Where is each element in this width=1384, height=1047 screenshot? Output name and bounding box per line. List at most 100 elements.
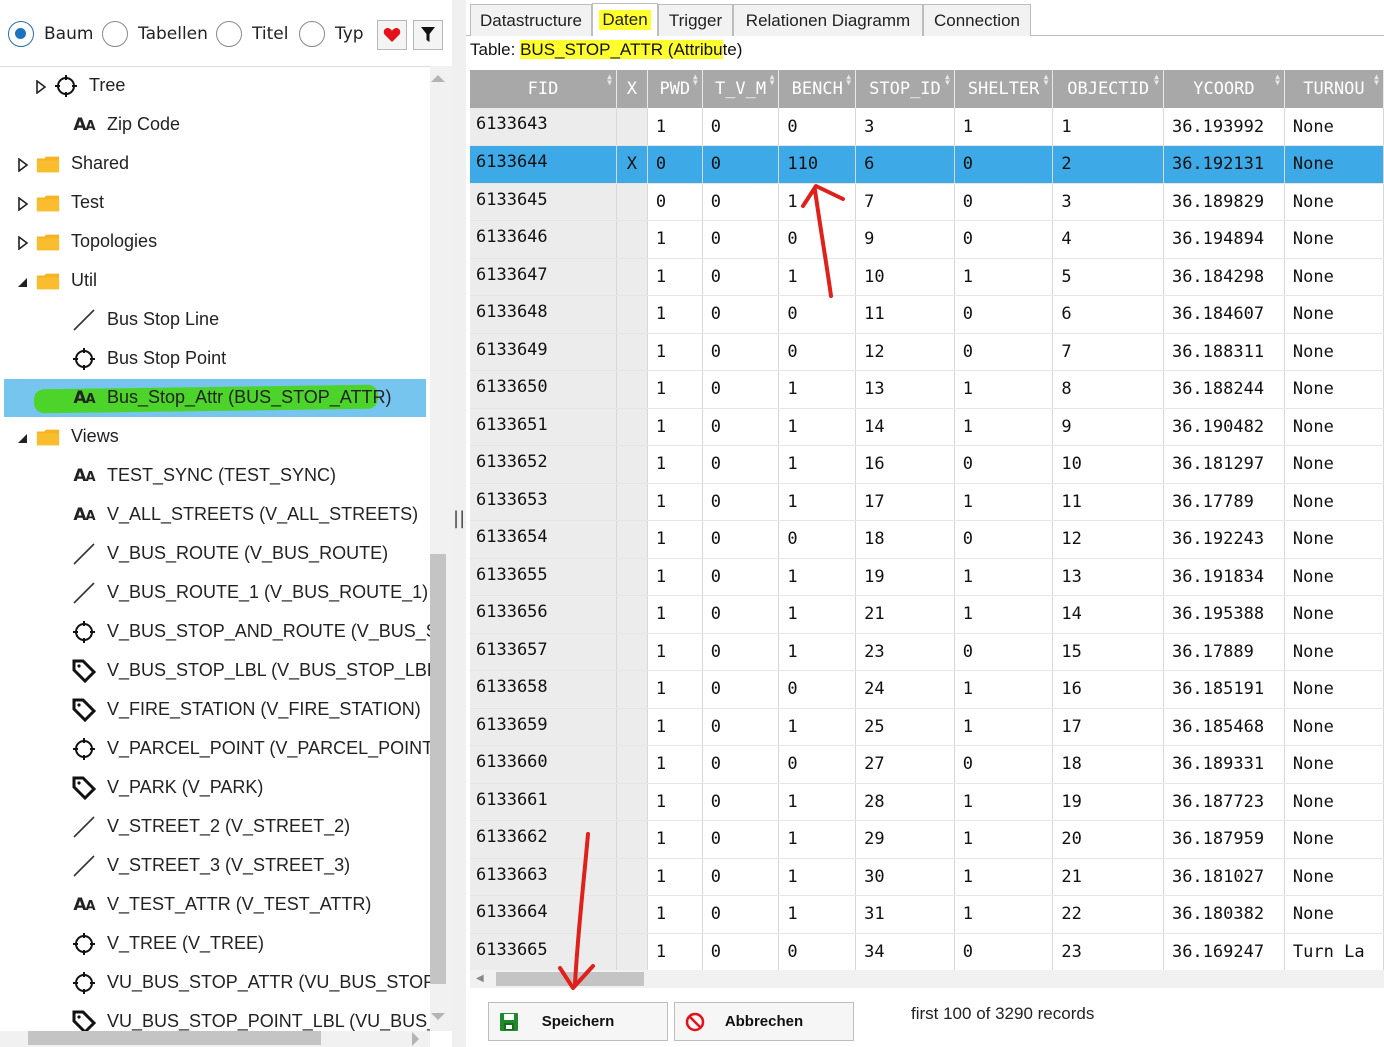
cell-shelter[interactable]: 0 [954, 333, 1054, 371]
cell-objectid[interactable]: 22 [1052, 895, 1164, 934]
grid-horizontal-scrollbar[interactable]: ◀ [470, 970, 1384, 988]
cell-turnou[interactable]: None [1284, 670, 1384, 709]
table-row[interactable]: 6133662 1 0 1 29 1 20 36.187959 None [470, 820, 1384, 859]
table-row[interactable]: 6133665 1 0 0 34 0 23 36.169247 Turn La [470, 933, 1384, 970]
cell-pwd[interactable]: 1 [647, 783, 703, 821]
cell-bench[interactable]: 0 [778, 220, 857, 259]
cell-shelter[interactable]: 1 [954, 408, 1054, 446]
cell-x[interactable] [616, 783, 648, 821]
cell-pwd[interactable]: 1 [647, 483, 703, 521]
tree-item[interactable]: AA Zip Code [0, 106, 430, 144]
filter-button[interactable] [413, 20, 443, 50]
cell-bench[interactable]: 0 [778, 745, 857, 784]
cell-turnou[interactable]: None [1284, 295, 1384, 334]
cell-shelter[interactable]: 1 [954, 558, 1054, 596]
cell-pwd[interactable]: 1 [647, 445, 703, 484]
cell-shelter[interactable]: 0 [954, 633, 1054, 671]
cell-stop-id[interactable]: 11 [855, 295, 955, 334]
cell-fid[interactable]: 6133664 [470, 895, 617, 934]
tree-item[interactable]: Util [0, 262, 430, 300]
tree-item[interactable]: V_BUS_STOP_AND_ROUTE (V_BUS_STOP_ [0, 613, 430, 651]
scroll-right-icon[interactable] [410, 1031, 422, 1047]
cell-objectid[interactable]: 19 [1052, 783, 1164, 821]
cell-bench[interactable]: 1 [778, 258, 857, 296]
cell-objectid[interactable]: 13 [1052, 558, 1164, 596]
cell-shelter[interactable]: 1 [954, 708, 1054, 746]
cell-fid[interactable]: 6133645 [470, 183, 617, 221]
cell-x[interactable] [616, 333, 648, 371]
panel-splitter[interactable]: || [452, 0, 466, 1047]
cell-ycoord[interactable]: 36.180382 [1163, 895, 1285, 934]
sort-arrows-icon[interactable]: ▲ ▼ [1044, 73, 1049, 87]
cell-bench[interactable]: 1 [778, 595, 857, 634]
cell-objectid[interactable]: 16 [1052, 670, 1164, 709]
table-row[interactable]: 6133654 1 0 0 18 0 12 36.192243 None [470, 520, 1384, 559]
tree-item[interactable]: Shared [0, 145, 430, 183]
cell-ycoord[interactable]: 36.188244 [1163, 370, 1285, 409]
cell-fid[interactable]: 6133654 [470, 520, 617, 559]
cell-x[interactable] [616, 295, 648, 334]
cell-stop-id[interactable]: 3 [855, 108, 955, 146]
cell-ycoord[interactable]: 36.185468 [1163, 708, 1285, 746]
cell-pwd[interactable]: 1 [647, 408, 703, 446]
cell-t-v-m[interactable]: 0 [702, 895, 780, 934]
cell-t-v-m[interactable]: 0 [702, 445, 780, 484]
cell-objectid[interactable]: 7 [1052, 333, 1164, 371]
cell-objectid[interactable]: 21 [1052, 858, 1164, 896]
cell-fid[interactable]: 6133660 [470, 745, 617, 784]
expanded-triangle-icon[interactable] [16, 274, 30, 288]
cell-stop-id[interactable]: 28 [855, 783, 955, 821]
table-row[interactable]: 6133655 1 0 1 19 1 13 36.191834 None [470, 558, 1384, 596]
cell-bench[interactable]: 1 [778, 183, 857, 221]
tree-item[interactable]: V_BUS_STOP_LBL (V_BUS_STOP_LBL) [0, 652, 430, 690]
cell-fid[interactable]: 6133644 [470, 145, 617, 184]
tree-item[interactable]: V_STREET_3 (V_STREET_3) [0, 847, 430, 885]
cell-shelter[interactable]: 0 [954, 933, 1054, 970]
column-header[interactable]: OBJECTID ▲ ▼ [1052, 70, 1164, 108]
cell-fid[interactable]: 6133649 [470, 333, 617, 371]
tree-item[interactable]: V_BUS_ROUTE_1 (V_BUS_ROUTE_1) [0, 574, 430, 612]
cell-shelter[interactable]: 0 [954, 295, 1054, 334]
collapsed-triangle-icon[interactable] [16, 235, 30, 251]
tree-item[interactable]: V_BUS_ROUTE (V_BUS_ROUTE) [0, 535, 430, 573]
cell-turnou[interactable]: None [1284, 595, 1384, 634]
cell-ycoord[interactable]: 36.181027 [1163, 858, 1285, 896]
column-header[interactable]: SHELTER ▲ ▼ [954, 70, 1054, 108]
cell-turnou[interactable]: None [1284, 370, 1384, 409]
cell-stop-id[interactable]: 6 [855, 145, 955, 184]
cell-bench[interactable]: 0 [778, 520, 857, 559]
cell-pwd[interactable]: 1 [647, 258, 703, 296]
sort-arrows-icon[interactable]: ▲ ▼ [693, 73, 698, 87]
favorites-button[interactable] [377, 20, 407, 50]
cell-ycoord[interactable]: 36.190482 [1163, 408, 1285, 446]
cell-objectid[interactable]: 15 [1052, 633, 1164, 671]
scrollbar-thumb[interactable] [28, 1031, 321, 1045]
cell-fid[interactable]: 6133648 [470, 295, 617, 334]
scroll-up-icon[interactable] [430, 72, 446, 84]
scroll-down-icon[interactable] [430, 1011, 446, 1023]
cell-t-v-m[interactable]: 0 [702, 708, 780, 746]
cell-x[interactable] [616, 108, 648, 146]
cell-fid[interactable]: 6133662 [470, 820, 617, 859]
radio-titel[interactable]: Titel [216, 20, 288, 48]
cell-ycoord[interactable]: 36.17889 [1163, 633, 1285, 671]
table-row[interactable]: 6133658 1 0 0 24 1 16 36.185191 None [470, 670, 1384, 709]
cell-t-v-m[interactable]: 0 [702, 633, 780, 671]
tree-item[interactable]: V_PARK (V_PARK) [0, 769, 430, 807]
cell-ycoord[interactable]: 36.191834 [1163, 558, 1285, 596]
table-row[interactable]: 6133646 1 0 0 9 0 4 36.194894 None [470, 220, 1384, 259]
cell-stop-id[interactable]: 16 [855, 445, 955, 484]
tree-item[interactable]: AA TEST_SYNC (TEST_SYNC) [0, 457, 430, 495]
cell-turnou[interactable]: None [1284, 145, 1384, 184]
cell-ycoord[interactable]: 36.193992 [1163, 108, 1285, 146]
cell-shelter[interactable]: 0 [954, 220, 1054, 259]
cell-pwd[interactable]: 1 [647, 933, 703, 970]
cell-shelter[interactable]: 1 [954, 783, 1054, 821]
cell-turnou[interactable]: None [1284, 483, 1384, 521]
cell-ycoord[interactable]: 36.184298 [1163, 258, 1285, 296]
cell-stop-id[interactable]: 27 [855, 745, 955, 784]
cell-ycoord[interactable]: 36.195388 [1163, 595, 1285, 634]
scroll-left-icon[interactable]: ◀ [476, 973, 484, 984]
cell-stop-id[interactable]: 19 [855, 558, 955, 596]
cell-fid[interactable]: 6133646 [470, 220, 617, 259]
